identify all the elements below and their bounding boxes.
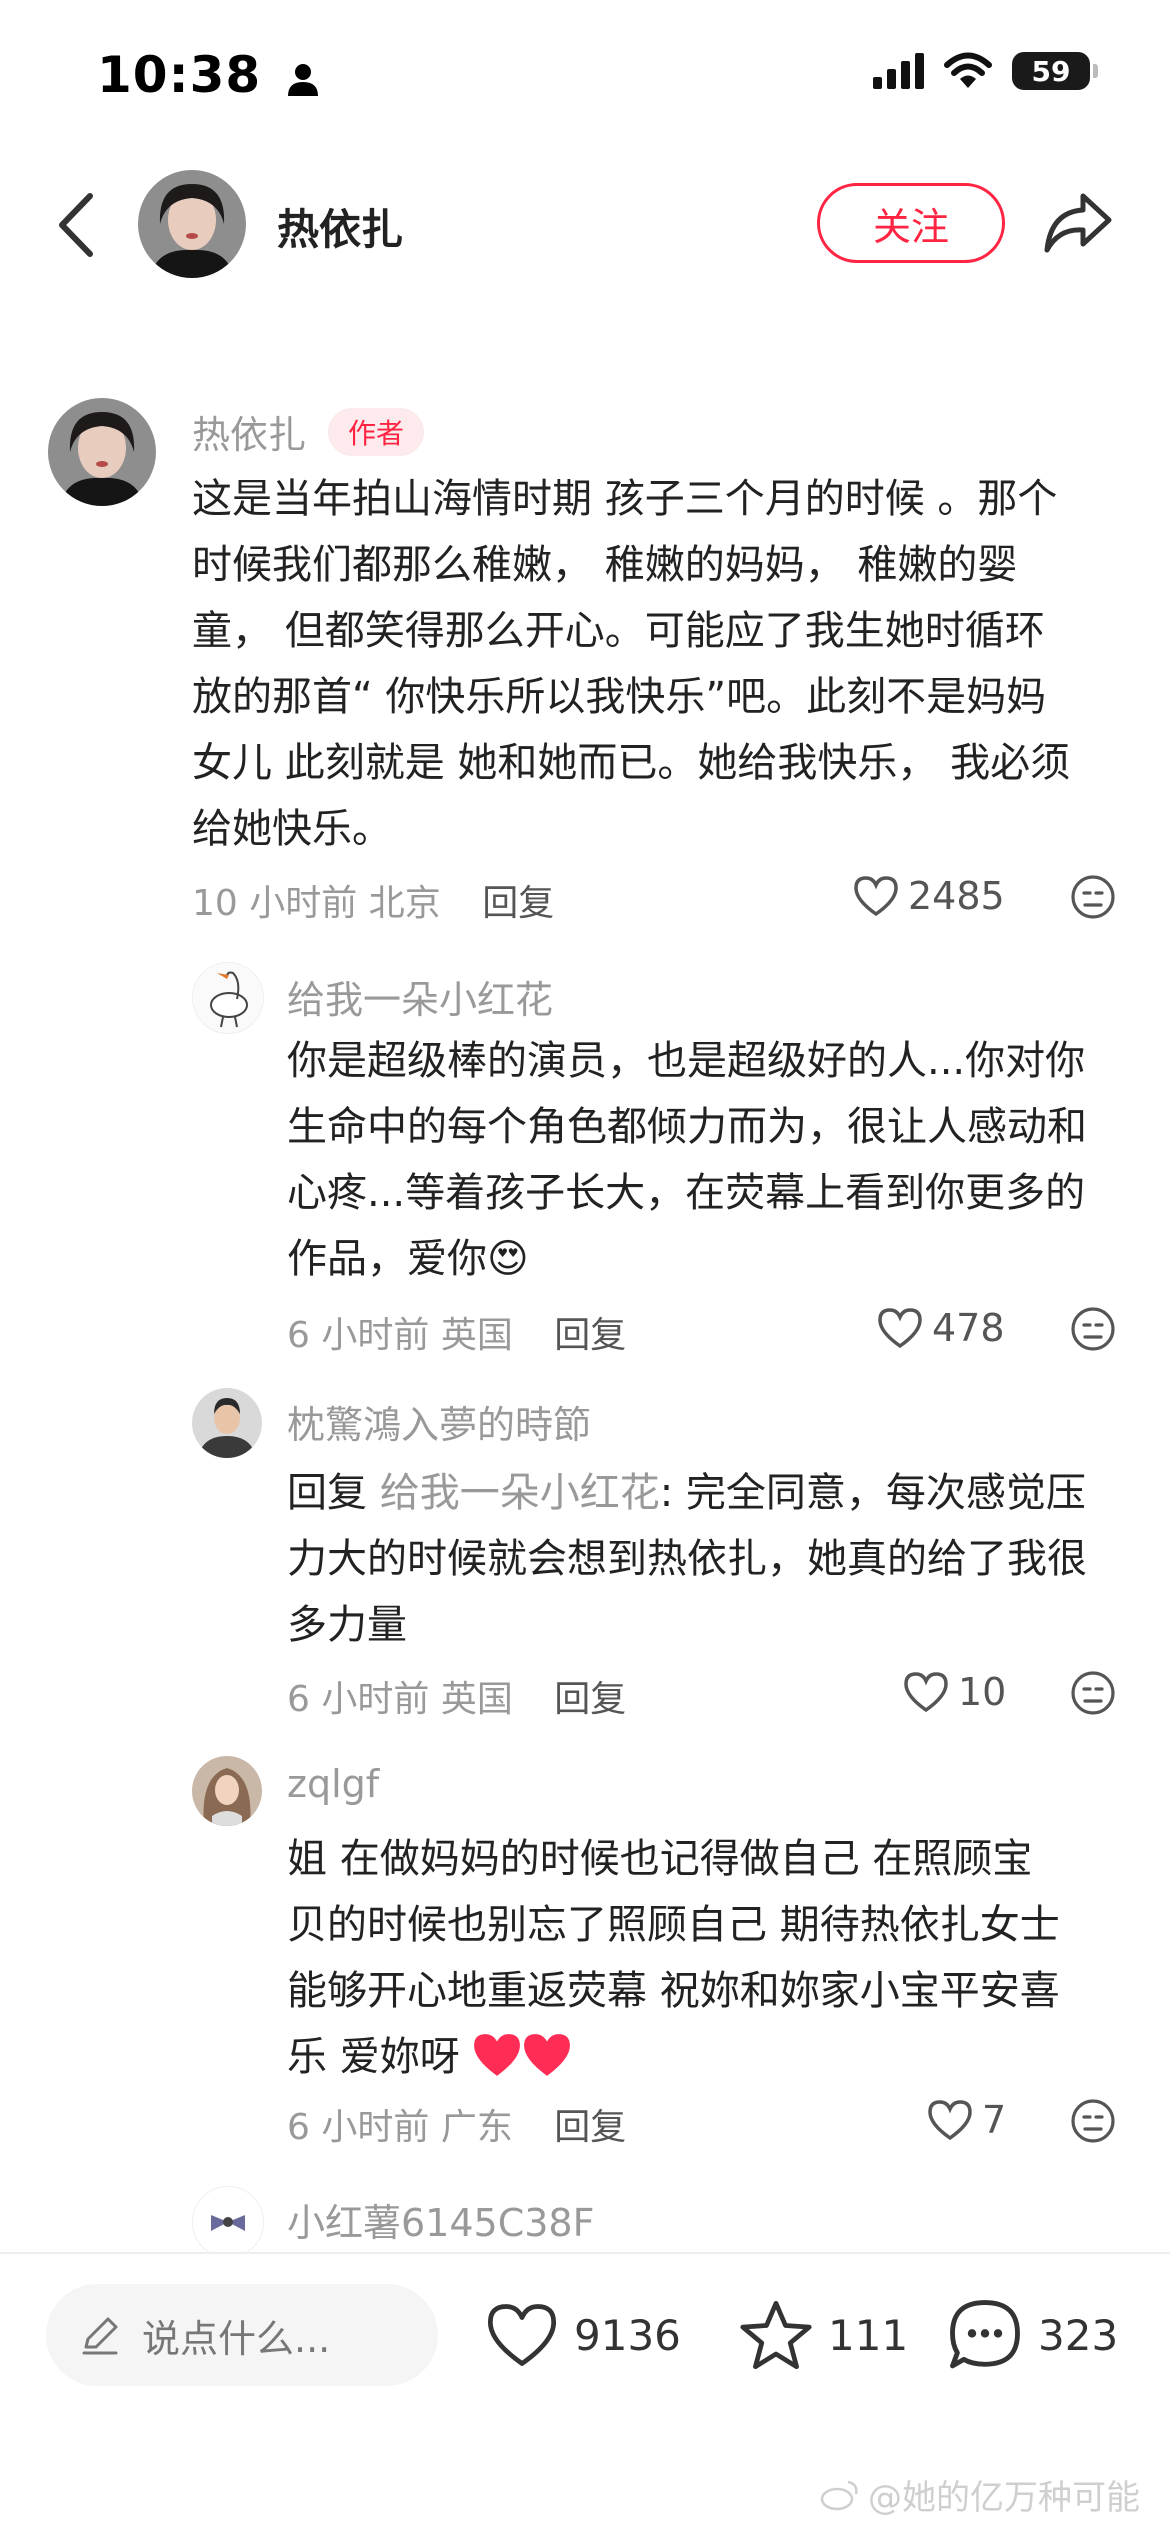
comment-avatar[interactable] (192, 2186, 264, 2258)
avatar-image (193, 963, 263, 1033)
comment-text: 这是当年拍山海情时期 孩子三个月的时候 。那个 时候我们都那么稚嫩， 稚嫩的妈妈… (192, 476, 1071, 852)
heart-icon (854, 876, 898, 917)
weibo-logo-icon (820, 2480, 858, 2510)
comment-text: 你是超级棒的演员，也是超级好的人...你对你 生命中的每个角色都倾力而为，很让人… (287, 1038, 1087, 1282)
author-avatar[interactable] (138, 170, 246, 278)
status-time: 10:38 (97, 46, 320, 104)
reply-button[interactable]: 回复 (554, 2107, 626, 2148)
dislike-icon[interactable] (1070, 1306, 1116, 1352)
comment-avatar[interactable] (192, 1756, 262, 1826)
comment-meta: 6 小时前 英国 回复 (287, 1679, 627, 1720)
comment-avatar[interactable] (192, 962, 264, 1034)
comment-username[interactable]: 枕驚鴻入夢的時節 (287, 1394, 591, 1449)
signal-icon (873, 53, 924, 89)
dislike-icon[interactable] (1070, 874, 1116, 920)
comment-meta: 6 小时前 广东 回复 (287, 2107, 627, 2148)
comment-like-button[interactable]: 10 (902, 1670, 1006, 1714)
header-username[interactable]: 热依扎 (277, 196, 403, 257)
avatar-image (48, 398, 156, 506)
person-icon (287, 63, 318, 96)
comment-like-button[interactable]: 7 (926, 2098, 1006, 2142)
heart-icon (878, 1308, 922, 1349)
status-icons: 59 (873, 52, 1098, 90)
heart-eyes-emoji: 😍 (487, 1236, 529, 1282)
comment-username[interactable]: 小红薯6145C38F (287, 2192, 594, 2247)
comment-count: 323 (1038, 2310, 1119, 2360)
reply-button[interactable]: 回复 (554, 1315, 626, 1356)
heart-icon (928, 2100, 972, 2141)
red-heart-icon (474, 2034, 521, 2076)
comment-username[interactable]: 热依扎 (192, 404, 306, 459)
wifi-icon (944, 52, 992, 88)
avatar-image (192, 1388, 262, 1458)
comment-meta: 6 小时前 英国 回复 (287, 1315, 627, 1356)
reply-button[interactable]: 回复 (482, 883, 554, 924)
comment-like-button[interactable]: 2485 (852, 874, 1005, 918)
avatar-image (193, 2187, 263, 2257)
comment-like-button[interactable]: 478 (876, 1306, 1005, 1350)
comment-text: 回复 给我一朵小红花: 完全同意，每次感觉压 力大的时候就会想到热依扎，她真的给… (287, 1470, 1087, 1648)
pencil-icon (82, 2317, 118, 2355)
reply-button[interactable]: 回复 (554, 1679, 626, 1720)
author-badge: 作者 (328, 407, 425, 456)
favorite-count: 111 (828, 2310, 909, 2360)
comment-username[interactable]: zqlgf (287, 1762, 379, 1806)
share-icon[interactable] (1043, 190, 1113, 254)
comment-input[interactable]: 说点什么... (46, 2284, 438, 2386)
like-button[interactable]: 9136 (484, 2300, 681, 2370)
comment-text: 姐 在做妈妈的时候也记得做自己 在照顾宝 贝的时候也别忘了照顾自己 期待热依扎女… (287, 1836, 1060, 2080)
favorite-button[interactable]: 111 (738, 2298, 908, 2372)
back-icon[interactable] (52, 190, 102, 260)
author-avatar-image (138, 170, 246, 278)
like-count: 9136 (574, 2310, 681, 2360)
mention-link[interactable]: 给我一朵小红花 (380, 1470, 660, 1516)
star-icon (740, 2300, 812, 2370)
heart-icon (904, 1672, 948, 1713)
comment-avatar[interactable] (48, 398, 156, 506)
dislike-icon[interactable] (1070, 2098, 1116, 2144)
comment-bubble-icon (950, 2300, 1020, 2369)
comment-avatar[interactable] (192, 1388, 262, 1458)
comment-meta: 10 小时前 北京 回复 (192, 883, 555, 924)
red-heart-icon (524, 2034, 571, 2076)
heart-icon (487, 2304, 557, 2366)
comment-input-placeholder: 说点什么... (142, 2316, 331, 2361)
dislike-icon[interactable] (1070, 1670, 1116, 1716)
watermark: @她的亿万种可能 (820, 2470, 1140, 2519)
avatar-image (192, 1756, 262, 1826)
comment-username[interactable]: 给我一朵小红花 (287, 969, 553, 1024)
comment-button[interactable]: 323 (946, 2296, 1118, 2374)
follow-button[interactable]: 关注 (817, 183, 1005, 263)
battery-icon: 59 (1012, 52, 1098, 90)
